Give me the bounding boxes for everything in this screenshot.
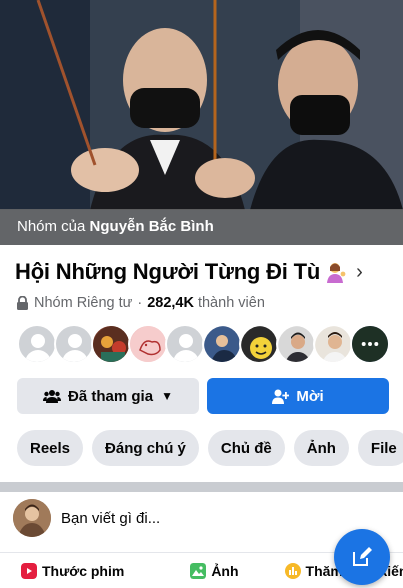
group-meta: Nhóm Riêng tư · 282,4K thành viên: [16, 295, 265, 311]
group-title-row[interactable]: Hội Những Người Từng Đi Tù ›: [15, 259, 395, 285]
avatar[interactable]: [91, 324, 131, 364]
avatar[interactable]: [54, 324, 94, 364]
avatar[interactable]: [202, 324, 242, 364]
photo-action[interactable]: Ảnh: [190, 562, 239, 579]
group-title: Hội Những Người Từng Đi Tù: [15, 259, 321, 284]
woman-tipping-hand-icon: [327, 263, 346, 283]
avatar[interactable]: [128, 324, 168, 364]
joined-button[interactable]: Đã tham gia ▼: [17, 378, 199, 414]
members-label: thành viên: [197, 295, 265, 311]
cover-photo[interactable]: Nhóm của Nguyễn Bắc Bình: [0, 0, 403, 245]
avatar[interactable]: [17, 324, 57, 364]
poll-icon: [284, 562, 301, 579]
invite-button-label: Mời: [296, 387, 324, 405]
avatar[interactable]: [239, 324, 279, 364]
avatar[interactable]: [13, 499, 51, 537]
cover-caption-prefix: Nhóm của: [17, 218, 86, 235]
compose-post-button[interactable]: [334, 529, 390, 585]
section-divider: [0, 482, 403, 492]
cover-caption[interactable]: Nhóm của Nguyễn Bắc Bình: [0, 209, 403, 245]
tab-featured[interactable]: Đáng chú ý: [92, 430, 199, 466]
photo-icon: [190, 562, 207, 579]
more-members-icon[interactable]: [350, 324, 390, 364]
reel-icon: [21, 562, 37, 579]
add-person-icon: [272, 389, 290, 404]
group-members-icon: [43, 390, 62, 403]
caret-down-icon: ▼: [161, 389, 173, 403]
joined-button-label: Đã tham gia: [68, 387, 154, 405]
reel-action-label: Thước phim: [42, 562, 125, 579]
meta-separator: ·: [137, 295, 143, 311]
post-composer[interactable]: Bạn viết gì đi...: [13, 499, 160, 537]
member-avatars[interactable]: [17, 324, 390, 364]
group-tabs: Reels Đáng chú ý Chủ đề Ảnh File: [17, 430, 403, 466]
avatar[interactable]: [313, 324, 353, 364]
reel-action[interactable]: Thước phim: [21, 562, 125, 579]
tab-files[interactable]: File: [357, 430, 403, 466]
privacy-label: Nhóm Riêng tư: [34, 295, 133, 311]
tab-photos[interactable]: Ảnh: [293, 430, 349, 466]
tab-topics[interactable]: Chủ đề: [207, 430, 285, 466]
lock-icon: [17, 296, 28, 310]
tab-reels[interactable]: Reels: [17, 430, 84, 466]
composer-placeholder[interactable]: Bạn viết gì đi...: [61, 510, 160, 527]
photo-action-label: Ảnh: [211, 562, 239, 579]
invite-button[interactable]: Mời: [207, 378, 389, 414]
members-count[interactable]: 282,4K: [147, 295, 194, 311]
chevron-right-icon[interactable]: ›: [356, 261, 363, 284]
edit-icon: [353, 547, 372, 566]
avatar[interactable]: [165, 324, 205, 364]
avatar[interactable]: [276, 324, 316, 364]
group-owner-name[interactable]: Nguyễn Bắc Bình: [90, 218, 214, 235]
